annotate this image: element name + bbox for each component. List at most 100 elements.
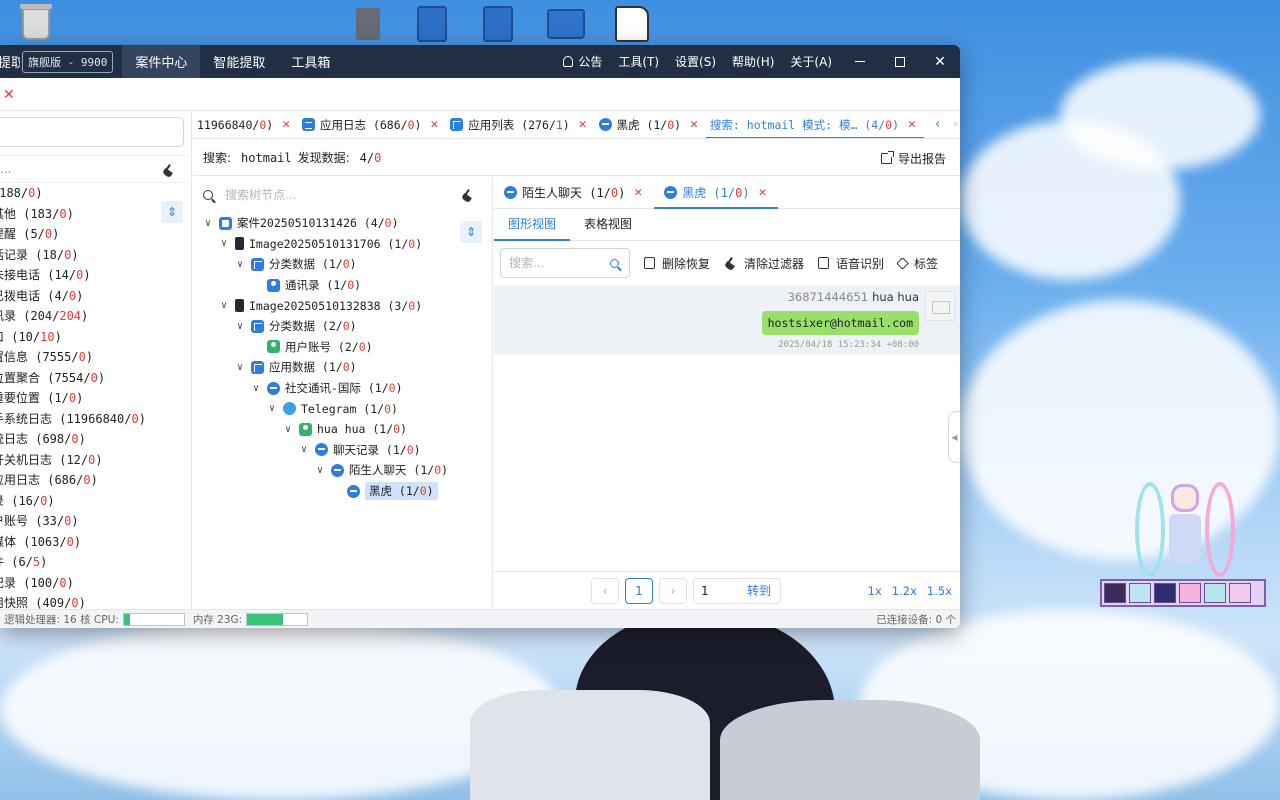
tree-node[interactable]: ∨ 分类数据 (1/0)	[193, 254, 448, 275]
close-icon[interactable]: ✕	[282, 117, 290, 132]
category-item[interactable]: 其他 (183/0)	[0, 204, 146, 225]
category-item[interactable]: 开关机日志 (12/0)	[0, 450, 146, 471]
category-item[interactable]: 应用日志 (686/0)	[0, 470, 146, 491]
result-tab[interactable]: 应用列表 (276/1) ✕	[446, 111, 594, 138]
result-tab[interactable]: 应用日志 (686/0) ✕	[298, 111, 446, 138]
tree-node[interactable]: ∨ Telegram (1/0)	[193, 398, 448, 419]
pet-tool-icon[interactable]	[1104, 583, 1126, 603]
chevron-down-icon[interactable]: ∨	[217, 238, 231, 249]
tag-button[interactable]: 标签	[896, 255, 938, 272]
tree-node[interactable]: 用户账号 (2/0)	[193, 337, 448, 358]
tree-node[interactable]: ∨ Image20250510131706 (1/0)	[193, 234, 448, 255]
category-item[interactable]: 记录 (100/0)	[0, 573, 146, 594]
category-item[interactable]: 话记录 (18/0)	[0, 245, 146, 266]
category-item[interactable]: 重要位置 (1/0)	[0, 388, 146, 409]
desktop-pet-character[interactable]	[1135, 472, 1235, 582]
category-item[interactable]: 口 (10/10)	[0, 327, 146, 348]
export-report-button[interactable]: 导出报告	[880, 150, 946, 167]
tree-node[interactable]: ∨ 社交通讯-国际 (1/0)	[193, 378, 448, 399]
category-item[interactable]: 未接电话 (14/0)	[0, 265, 146, 286]
category-item[interactable]: 统日志 (698/0)	[0, 429, 146, 450]
category-item[interactable]: 录 (16/0)	[0, 491, 146, 512]
goto-page-input[interactable]: 1	[701, 584, 709, 598]
moon-icon[interactable]	[1154, 583, 1176, 603]
zoom-1x[interactable]: 1x	[868, 584, 882, 598]
close-icon[interactable]: ✕	[690, 117, 698, 132]
desktop-pet-toolbar[interactable]	[1100, 579, 1266, 607]
category-item[interactable]: 已拨电话 (4/0)	[0, 286, 146, 307]
category-item[interactable]: 提醒 (5/0)	[0, 224, 146, 245]
book-icon[interactable]	[478, 4, 518, 44]
tree-node[interactable]: ∨ 应用数据 (1/0)	[193, 357, 448, 378]
chevron-down-icon[interactable]: ∨	[281, 424, 295, 435]
speech-recognition-button[interactable]: 语音识别	[818, 255, 884, 272]
book-icon[interactable]	[412, 4, 452, 44]
chevron-down-icon[interactable]: ∨	[233, 362, 247, 373]
category-item[interactable]: 媒体 (1063/0)	[0, 532, 146, 553]
zoom-1-2x[interactable]: 1.2x	[892, 584, 917, 598]
close-icon[interactable]: ✕	[759, 185, 767, 200]
category-item[interactable]: 件 (6/5)	[0, 552, 146, 573]
tree-node[interactable]: ∨ 聊天记录 (1/0)	[193, 440, 448, 461]
tree-node[interactable]: ∨ hua hua (1/0)	[193, 419, 448, 440]
blank-file-icon[interactable]	[612, 4, 652, 44]
detail-tab[interactable]: 黑虎 (1/0) ✕	[654, 177, 779, 209]
menu-tools[interactable]: 工具(T)	[618, 53, 659, 70]
detail-search-input[interactable]	[509, 256, 605, 270]
close-icon[interactable]: ✕	[430, 117, 438, 132]
category-item[interactable]: (188/0)	[0, 183, 146, 204]
chevron-down-icon[interactable]: ∨	[297, 444, 311, 455]
goto-page-button[interactable]: 转到	[747, 582, 771, 599]
message-bubble[interactable]: hostsixer@hotmail.com	[761, 311, 919, 335]
detail-tab[interactable]: 陌生人聊天 (1/0) ✕	[494, 177, 654, 208]
broom-icon[interactable]	[162, 164, 174, 176]
chevron-down-icon[interactable]: ∨	[201, 218, 215, 229]
next-page-button[interactable]: ›	[659, 577, 687, 604]
menu-settings[interactable]: 设置(S)	[675, 53, 716, 70]
close-button[interactable]: ✕	[920, 45, 960, 78]
category-item[interactable]: 讯录 (204/204)	[0, 306, 146, 327]
result-tab[interactable]: 11966840/0) ✕	[193, 111, 298, 138]
tree-node[interactable]: 通讯录 (1/0)	[193, 275, 448, 296]
prev-page-button[interactable]: ‹	[591, 577, 619, 604]
chevron-down-icon[interactable]: ∨	[233, 321, 247, 332]
menu-help[interactable]: 帮助(H)	[732, 53, 774, 70]
collapse-all-button[interactable]: ⇕	[161, 201, 183, 223]
tree-node[interactable]: ∨ Image20250510132838 (3/0)	[193, 295, 448, 316]
category-search-input[interactable]	[0, 117, 184, 147]
menu-case-center[interactable]: 案件中心	[122, 45, 201, 78]
menu-about[interactable]: 关于(A)	[790, 53, 832, 70]
category-item[interactable]: 手系统日志 (11966840/0)	[0, 409, 146, 430]
tree-node[interactable]: ∨ 分类数据 (2/0)	[193, 316, 448, 337]
chevron-right-icon[interactable]: ›	[952, 117, 960, 132]
category-filter-text[interactable]: ...	[0, 162, 11, 176]
chevron-down-icon[interactable]: ∨	[313, 465, 327, 476]
menu-notice[interactable]: 公告	[563, 53, 602, 70]
category-item[interactable]: 置信息 (7555/0)	[0, 347, 146, 368]
side-panel-handle[interactable]: ◀	[948, 411, 960, 463]
menu-toolbox[interactable]: 工具箱	[278, 45, 343, 78]
tab-graphic-view[interactable]: 图形视图	[494, 215, 571, 241]
result-tab[interactable]: 搜索: hotmail 模式: 模… (4/0) ✕	[705, 111, 924, 138]
pet-tool-icon[interactable]	[1204, 583, 1226, 603]
tree-search-input[interactable]	[225, 188, 425, 202]
delete-recover-button[interactable]: 删除恢复	[644, 255, 710, 272]
close-icon[interactable]: ✕	[579, 117, 587, 132]
chevron-down-icon[interactable]: ∨	[233, 259, 247, 270]
tree-node[interactable]: 黑虎 (1/0)	[193, 481, 448, 502]
tree-node[interactable]: ∨ 案件20250510131426 (4/0)	[193, 213, 448, 234]
page-number-button[interactable]: 1	[625, 577, 653, 604]
pet-tool-icon[interactable]	[1179, 583, 1201, 603]
tab-table-view[interactable]: 表格视图	[570, 215, 646, 240]
close-icon[interactable]: ✕	[908, 117, 916, 132]
category-item[interactable]: 户账号 (33/0)	[0, 511, 146, 532]
tree-node[interactable]: ∨ 陌生人聊天 (1/0)	[193, 460, 448, 481]
zoom-1-5x[interactable]: 1.5x	[927, 584, 952, 598]
chevron-down-icon[interactable]: ∨	[217, 300, 231, 311]
document-icon[interactable]	[348, 4, 388, 44]
search-icon[interactable]	[610, 259, 619, 268]
result-tab[interactable]: 黑虎 (1/0) ✕	[595, 111, 706, 138]
close-case-tab-icon[interactable]: ✕	[3, 87, 15, 103]
menu-smart-extract[interactable]: 智能提取	[200, 45, 278, 78]
chevron-down-icon[interactable]: ∨	[249, 383, 263, 394]
